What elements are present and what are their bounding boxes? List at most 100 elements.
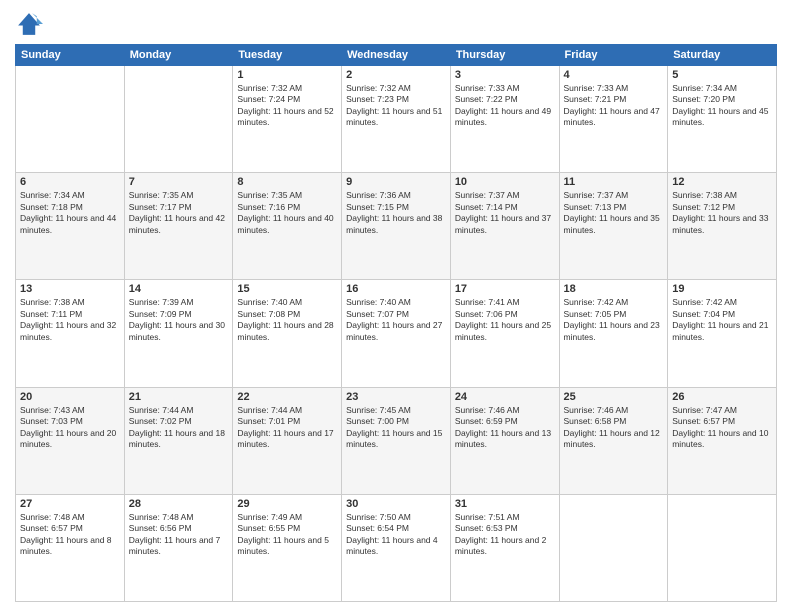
calendar-cell-w5-d6 xyxy=(668,494,777,601)
logo-icon xyxy=(15,10,43,38)
week-row-3: 13 Sunrise: 7:38 AMSunset: 7:11 PMDayligh… xyxy=(16,280,777,387)
calendar-cell-w4-d3: 23Sunrise: 7:45 AMSunset: 7:00 PMDayligh… xyxy=(342,387,451,494)
page: SundayMondayTuesdayWednesdayThursdayFrid… xyxy=(0,0,792,612)
calendar-cell-w1-d1 xyxy=(124,66,233,173)
calendar-cell-w3-d1: 14 Sunrise: 7:39 AMSunset: 7:09 PMDayligh… xyxy=(124,280,233,387)
calendar-cell-w3-d5: 18 Sunrise: 7:42 AMSunset: 7:05 PMDayligh… xyxy=(559,280,668,387)
day-number: 5 xyxy=(672,69,772,81)
week-row-4: 20 Sunrise: 7:43 AMSunset: 7:03 PMDayligh… xyxy=(16,387,777,494)
calendar-cell-w1-d3: 2 Sunrise: 7:32 AMSunset: 7:23 PMDaylight… xyxy=(342,66,451,173)
day-info: Sunrise: 7:33 AMSunset: 7:21 PMDaylight:… xyxy=(564,83,664,129)
day-number: 22 xyxy=(237,391,337,403)
day-number: 29 xyxy=(237,498,337,510)
day-number: 1 xyxy=(237,69,337,81)
day-info: Sunrise: 7:35 AMSunset: 7:17 PMDaylight:… xyxy=(129,190,229,236)
calendar-cell-w3-d2: 15 Sunrise: 7:40 AMSunset: 7:08 PMDayligh… xyxy=(233,280,342,387)
day-info: Sunrise: 7:46 AMSunset: 6:58 PMDaylight:… xyxy=(564,405,664,451)
day-number: 27 xyxy=(20,498,120,510)
day-info: Sunrise: 7:39 AMSunset: 7:09 PMDaylight:… xyxy=(129,297,229,343)
weekday-monday: Monday xyxy=(124,45,233,66)
day-info: Sunrise: 7:36 AMSunset: 7:15 PMDaylight:… xyxy=(346,190,446,236)
day-number: 6 xyxy=(20,176,120,188)
day-number: 13 xyxy=(20,283,120,295)
week-row-5: 27 Sunrise: 7:48 AMSunset: 6:57 PMDayligh… xyxy=(16,494,777,601)
day-number: 8 xyxy=(237,176,337,188)
header xyxy=(15,10,777,38)
calendar-cell-w3-d3: 16 Sunrise: 7:40 AMSunset: 7:07 PMDayligh… xyxy=(342,280,451,387)
calendar-cell-w1-d0 xyxy=(16,66,125,173)
calendar-cell-w5-d1: 28 Sunrise: 7:48 AMSunset: 6:56 PMDayligh… xyxy=(124,494,233,601)
weekday-thursday: Thursday xyxy=(450,45,559,66)
logo xyxy=(15,10,47,38)
calendar-cell-w1-d4: 3 Sunrise: 7:33 AMSunset: 7:22 PMDaylight… xyxy=(450,66,559,173)
day-info: Sunrise: 7:40 AMSunset: 7:08 PMDaylight:… xyxy=(237,297,337,343)
day-number: 28 xyxy=(129,498,229,510)
day-number: 15 xyxy=(237,283,337,295)
calendar-cell-w4-d6: 26Sunrise: 7:47 AMSunset: 6:57 PMDayligh… xyxy=(668,387,777,494)
calendar-cell-w2-d3: 9Sunrise: 7:36 AMSunset: 7:15 PMDaylight… xyxy=(342,173,451,280)
weekday-friday: Friday xyxy=(559,45,668,66)
day-number: 4 xyxy=(564,69,664,81)
day-info: Sunrise: 7:38 AMSunset: 7:11 PMDaylight:… xyxy=(20,297,120,343)
calendar-cell-w4-d4: 24Sunrise: 7:46 AMSunset: 6:59 PMDayligh… xyxy=(450,387,559,494)
day-info: Sunrise: 7:46 AMSunset: 6:59 PMDaylight:… xyxy=(455,405,555,451)
day-info: Sunrise: 7:48 AMSunset: 6:56 PMDaylight:… xyxy=(129,512,229,558)
day-number: 12 xyxy=(672,176,772,188)
calendar-cell-w4-d2: 22 Sunrise: 7:44 AMSunset: 7:01 PMDayligh… xyxy=(233,387,342,494)
day-info: Sunrise: 7:38 AMSunset: 7:12 PMDaylight:… xyxy=(672,190,772,236)
day-number: 7 xyxy=(129,176,229,188)
day-info: Sunrise: 7:42 AMSunset: 7:05 PMDaylight:… xyxy=(564,297,664,343)
calendar-cell-w5-d2: 29Sunrise: 7:49 AMSunset: 6:55 PMDayligh… xyxy=(233,494,342,601)
day-number: 23 xyxy=(346,391,446,403)
day-info: Sunrise: 7:50 AMSunset: 6:54 PMDaylight:… xyxy=(346,512,446,558)
weekday-tuesday: Tuesday xyxy=(233,45,342,66)
day-number: 2 xyxy=(346,69,446,81)
day-number: 30 xyxy=(346,498,446,510)
day-number: 20 xyxy=(20,391,120,403)
day-info: Sunrise: 7:34 AMSunset: 7:20 PMDaylight:… xyxy=(672,83,772,129)
day-info: Sunrise: 7:35 AMSunset: 7:16 PMDaylight:… xyxy=(237,190,337,236)
day-info: Sunrise: 7:44 AMSunset: 7:01 PMDaylight:… xyxy=(237,405,337,451)
calendar-cell-w5-d3: 30 Sunrise: 7:50 AMSunset: 6:54 PMDayligh… xyxy=(342,494,451,601)
day-info: Sunrise: 7:34 AMSunset: 7:18 PMDaylight:… xyxy=(20,190,120,236)
weekday-saturday: Saturday xyxy=(668,45,777,66)
calendar-cell-w5-d5 xyxy=(559,494,668,601)
calendar-cell-w5-d0: 27 Sunrise: 7:48 AMSunset: 6:57 PMDayligh… xyxy=(16,494,125,601)
calendar-cell-w1-d2: 1 Sunrise: 7:32 AMSunset: 7:24 PMDaylight… xyxy=(233,66,342,173)
calendar-cell-w2-d5: 11Sunrise: 7:37 AMSunset: 7:13 PMDayligh… xyxy=(559,173,668,280)
day-number: 31 xyxy=(455,498,555,510)
day-info: Sunrise: 7:37 AMSunset: 7:14 PMDaylight:… xyxy=(455,190,555,236)
calendar-cell-w3-d4: 17Sunrise: 7:41 AMSunset: 7:06 PMDayligh… xyxy=(450,280,559,387)
day-info: Sunrise: 7:40 AMSunset: 7:07 PMDaylight:… xyxy=(346,297,446,343)
day-number: 14 xyxy=(129,283,229,295)
calendar-cell-w2-d1: 7 Sunrise: 7:35 AMSunset: 7:17 PMDaylight… xyxy=(124,173,233,280)
day-number: 18 xyxy=(564,283,664,295)
calendar-cell-w1-d5: 4 Sunrise: 7:33 AMSunset: 7:21 PMDaylight… xyxy=(559,66,668,173)
calendar-cell-w2-d4: 10 Sunrise: 7:37 AMSunset: 7:14 PMDayligh… xyxy=(450,173,559,280)
day-info: Sunrise: 7:32 AMSunset: 7:23 PMDaylight:… xyxy=(346,83,446,129)
day-number: 10 xyxy=(455,176,555,188)
day-info: Sunrise: 7:43 AMSunset: 7:03 PMDaylight:… xyxy=(20,405,120,451)
day-number: 25 xyxy=(564,391,664,403)
calendar-cell-w1-d6: 5 Sunrise: 7:34 AMSunset: 7:20 PMDaylight… xyxy=(668,66,777,173)
calendar-cell-w4-d0: 20 Sunrise: 7:43 AMSunset: 7:03 PMDayligh… xyxy=(16,387,125,494)
day-number: 19 xyxy=(672,283,772,295)
day-info: Sunrise: 7:42 AMSunset: 7:04 PMDaylight:… xyxy=(672,297,772,343)
day-number: 11 xyxy=(564,176,664,188)
day-info: Sunrise: 7:51 AMSunset: 6:53 PMDaylight:… xyxy=(455,512,555,558)
calendar-cell-w5-d4: 31 Sunrise: 7:51 AMSunset: 6:53 PMDayligh… xyxy=(450,494,559,601)
day-info: Sunrise: 7:33 AMSunset: 7:22 PMDaylight:… xyxy=(455,83,555,129)
day-number: 16 xyxy=(346,283,446,295)
weekday-sunday: Sunday xyxy=(16,45,125,66)
calendar-cell-w2-d0: 6 Sunrise: 7:34 AMSunset: 7:18 PMDaylight… xyxy=(16,173,125,280)
calendar-cell-w2-d2: 8 Sunrise: 7:35 AMSunset: 7:16 PMDaylight… xyxy=(233,173,342,280)
calendar-cell-w3-d6: 19 Sunrise: 7:42 AMSunset: 7:04 PMDayligh… xyxy=(668,280,777,387)
day-info: Sunrise: 7:48 AMSunset: 6:57 PMDaylight:… xyxy=(20,512,120,558)
day-info: Sunrise: 7:41 AMSunset: 7:06 PMDaylight:… xyxy=(455,297,555,343)
day-info: Sunrise: 7:32 AMSunset: 7:24 PMDaylight:… xyxy=(237,83,337,129)
calendar-cell-w2-d6: 12 Sunrise: 7:38 AMSunset: 7:12 PMDayligh… xyxy=(668,173,777,280)
weekday-wednesday: Wednesday xyxy=(342,45,451,66)
weekday-header-row: SundayMondayTuesdayWednesdayThursdayFrid… xyxy=(16,45,777,66)
calendar-cell-w3-d0: 13 Sunrise: 7:38 AMSunset: 7:11 PMDayligh… xyxy=(16,280,125,387)
day-number: 3 xyxy=(455,69,555,81)
